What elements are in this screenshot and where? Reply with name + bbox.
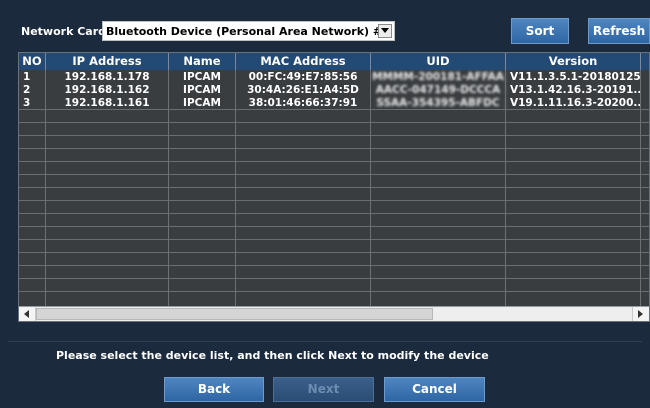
column-divider	[640, 70, 641, 306]
empty-row	[19, 161, 649, 162]
cell-name: IPCAM	[169, 71, 236, 83]
device-list-table[interactable]: NO IP Address Name MAC Address UID Versi…	[18, 52, 650, 322]
empty-row	[19, 135, 649, 136]
column-header-no[interactable]: NO	[19, 53, 46, 70]
column-divider	[235, 70, 236, 306]
cell-uid: MMMM-200181-AFFAA	[371, 71, 506, 83]
table-row[interactable]: 2 192.168.1.162 IPCAM 30:4A:26:E1:A4:5D …	[19, 84, 649, 96]
empty-row	[19, 148, 649, 149]
horizontal-scrollbar[interactable]	[19, 306, 649, 321]
scroll-left-button[interactable]	[19, 307, 36, 321]
refresh-button[interactable]: Refresh	[588, 18, 650, 44]
empty-row	[19, 187, 649, 188]
cell-ip: 192.168.1.162	[46, 84, 169, 96]
cell-ip: 192.168.1.178	[46, 71, 169, 83]
column-header-uid[interactable]: UID	[371, 53, 506, 70]
scroll-right-button[interactable]	[632, 307, 649, 321]
empty-row	[19, 291, 649, 292]
dropdown-arrow-icon[interactable]	[378, 24, 392, 38]
cell-no: 2	[19, 84, 46, 96]
network-card-label: Network Card	[21, 25, 107, 38]
cell-uid: AACC-047149-DCCCA	[371, 84, 506, 96]
empty-row	[19, 278, 649, 279]
empty-row	[19, 174, 649, 175]
cell-version: V19.1.11.16.3-20200...	[506, 97, 641, 109]
empty-row	[19, 226, 649, 227]
cell-mac: 00:FC:49:E7:85:56	[236, 71, 371, 83]
column-divider	[168, 70, 169, 306]
cell-mac: 30:4A:26:E1:A4:5D	[236, 84, 371, 96]
network-card-selected-value: Bluetooth Device (Personal Area Network)…	[106, 25, 390, 38]
back-button[interactable]: Back	[164, 377, 264, 402]
instruction-text: Please select the device list, and then …	[56, 349, 489, 362]
table-header: NO IP Address Name MAC Address UID Versi…	[19, 53, 649, 70]
chevron-right-icon	[638, 310, 643, 318]
column-header-version[interactable]: Version	[506, 53, 641, 70]
chevron-left-icon	[24, 310, 29, 318]
column-header-ip[interactable]: IP Address	[46, 53, 169, 70]
next-button[interactable]: Next	[273, 377, 374, 402]
column-divider	[45, 70, 46, 306]
column-divider	[370, 70, 371, 306]
table-row[interactable]: 3 192.168.1.161 IPCAM 38:01:46:66:37:91 …	[19, 97, 649, 109]
empty-row	[19, 200, 649, 201]
cancel-button[interactable]: Cancel	[384, 377, 485, 402]
empty-row	[19, 265, 649, 266]
empty-row	[19, 213, 649, 214]
cell-no: 1	[19, 71, 46, 83]
cell-mac: 38:01:46:66:37:91	[236, 97, 371, 109]
divider	[8, 341, 642, 342]
column-divider	[505, 70, 506, 306]
column-header-name[interactable]: Name	[169, 53, 236, 70]
sort-button[interactable]: Sort	[511, 18, 569, 44]
cell-version: V13.1.42.16.3-20191...	[506, 84, 641, 96]
cell-ip: 192.168.1.161	[46, 97, 169, 109]
empty-row	[19, 239, 649, 240]
empty-row	[19, 252, 649, 253]
table-row[interactable]: 1 192.168.1.178 IPCAM 00:FC:49:E7:85:56 …	[19, 71, 649, 83]
device-search-window: Network Card Bluetooth Device (Personal …	[0, 0, 650, 408]
cell-name: IPCAM	[169, 97, 236, 109]
scrollbar-thumb[interactable]	[36, 308, 433, 320]
column-header-mac[interactable]: MAC Address	[236, 53, 371, 70]
network-card-dropdown[interactable]: Bluetooth Device (Personal Area Network)…	[102, 21, 395, 41]
empty-row	[19, 122, 649, 123]
empty-row	[19, 109, 649, 110]
cell-version: V11.1.3.5.1-20180125	[506, 71, 641, 83]
cell-uid: SSAA-354395-ABFDC	[371, 97, 506, 109]
cell-name: IPCAM	[169, 84, 236, 96]
cell-no: 3	[19, 97, 46, 109]
